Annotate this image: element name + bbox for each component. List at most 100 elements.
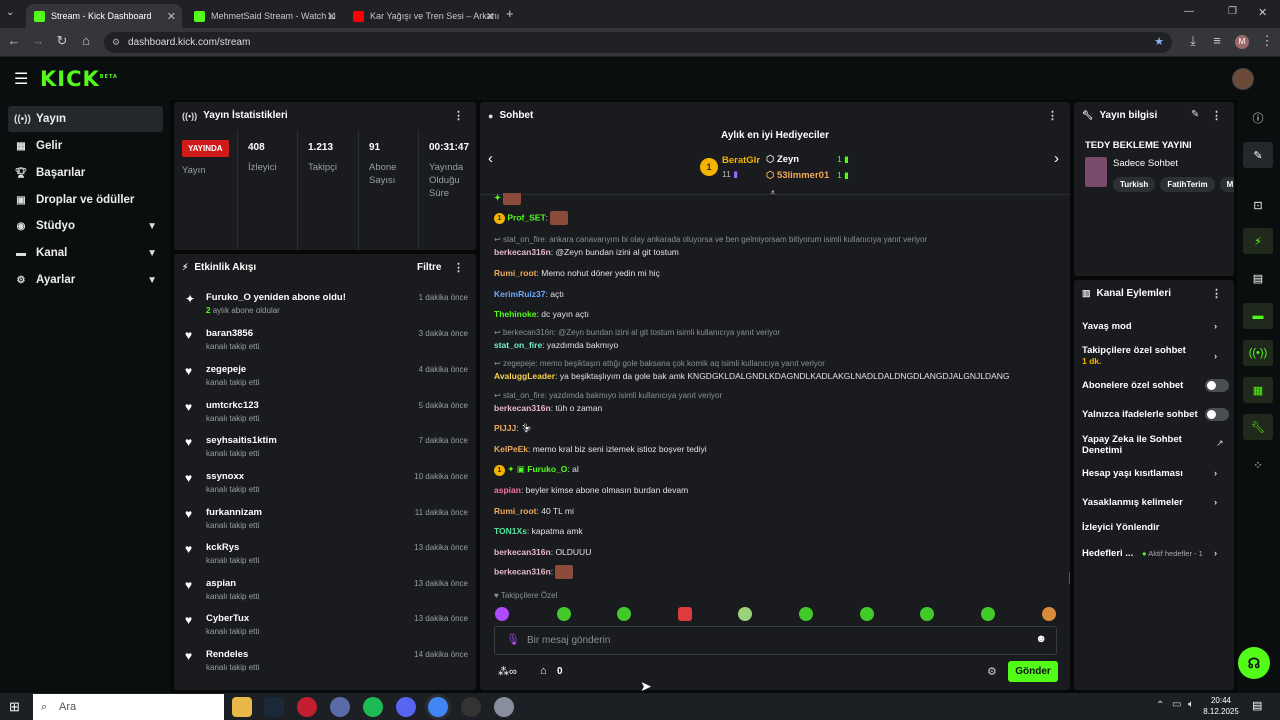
chat-username[interactable]: KelPeEk — [494, 444, 528, 454]
layout-icon[interactable]: ▦ — [1243, 377, 1273, 403]
chrome-icon[interactable] — [428, 697, 448, 717]
obs-icon[interactable] — [461, 697, 481, 717]
chat-settings-icon[interactable]: ⚙ — [987, 665, 997, 678]
chat-username[interactable]: PIJJJ — [494, 423, 516, 433]
user-avatar[interactable] — [1232, 68, 1254, 90]
banned-words-row[interactable]: Yasaklanmış kelimeler › — [1082, 497, 1232, 508]
emote-icon[interactable] — [617, 607, 631, 621]
support-headset-icon[interactable]: ☊ — [1238, 647, 1270, 679]
profile-avatar[interactable]: M — [1235, 35, 1249, 49]
address-bar[interactable]: ⚙ dashboard.kick.com/stream ★ — [104, 32, 1172, 53]
followers-only-row[interactable]: Takipçilere özel sohbet 1 dk. › — [1082, 345, 1232, 367]
chat-icon[interactable]: ▬ — [1243, 303, 1273, 329]
emote-icon[interactable] — [738, 607, 752, 621]
emote-icon[interactable] — [981, 607, 995, 621]
emote-icon[interactable] — [860, 607, 874, 621]
sidebar-item-ayarlar[interactable]: ⚙ Ayarlar ▼ — [8, 267, 163, 293]
clock[interactable]: 20:44 8.12.2025 — [1203, 695, 1239, 717]
emote-icon[interactable] — [1042, 607, 1056, 621]
steam-icon[interactable] — [264, 697, 284, 717]
network-icon[interactable]: ▭ — [1172, 699, 1181, 710]
download-icon[interactable]: ⤓ — [1183, 33, 1203, 49]
tag-pill[interactable]: FatihTerim — [1160, 177, 1215, 192]
external-link-icon[interactable]: ↗ — [1216, 438, 1224, 449]
info-icon[interactable]: ⓘ — [1243, 105, 1273, 131]
sidebar-item-basarilar[interactable]: 🏆︎ Başarılar — [8, 160, 163, 186]
notifications-icon[interactable]: ▤ — [1252, 699, 1262, 712]
chevron-left-icon[interactable]: ‹ — [488, 150, 493, 167]
discord-icon[interactable] — [396, 697, 416, 717]
chat-username[interactable]: aspian — [494, 485, 521, 495]
apps-icon[interactable]: ⁘ — [1243, 452, 1273, 478]
category-thumbnail[interactable] — [1085, 157, 1107, 187]
spotify-icon[interactable] — [363, 697, 383, 717]
filter-button[interactable]: Filtre — [417, 262, 441, 273]
channel-points-icon[interactable]: ⁂∞ — [498, 665, 517, 678]
emoji-icon[interactable]: ☻ — [1035, 633, 1047, 645]
more-options-icon[interactable]: ⋮ — [453, 109, 464, 122]
chat-input[interactable]: 🎙︎ Bir mesaj gönderin ☻ — [494, 626, 1057, 655]
reload-icon[interactable]: ↻ — [52, 33, 72, 49]
more-options-icon[interactable]: ⋮ — [453, 261, 464, 274]
sidebar-item-gelir[interactable]: ▦ Gelir — [8, 133, 163, 159]
sidebar-item-yayin[interactable]: ((•)) Yayın — [8, 106, 163, 132]
app-icon[interactable] — [494, 697, 514, 717]
site-info-icon[interactable]: ⚙ — [112, 32, 120, 53]
chat-username[interactable]: KerimRuiz37 — [494, 289, 546, 299]
new-tab-icon[interactable]: + — [506, 6, 514, 21]
subs-only-toggle[interactable] — [1205, 379, 1229, 392]
goals-row[interactable]: Hedefleri ... ● Aktif hedefler - 1 › — [1082, 548, 1232, 559]
chat-username[interactable]: Rumi_root — [494, 268, 537, 278]
app-icon[interactable] — [330, 697, 350, 717]
tray-chevron-icon[interactable]: ⌃ — [1156, 700, 1164, 711]
slow-mode-row[interactable]: Yavaş mod › — [1082, 321, 1232, 332]
emote-icon[interactable] — [495, 607, 509, 621]
camera-icon[interactable]: ⊡ — [1243, 192, 1273, 218]
close-icon[interactable]: ✕ — [486, 10, 495, 23]
chat-username[interactable]: stat_on_fire — [494, 340, 542, 350]
chat-username[interactable]: TON1Xs — [494, 526, 527, 536]
emote-icon[interactable] — [557, 607, 571, 621]
ai-moderation-row[interactable]: Yapay Zeka ile Sohbet Denetimi — [1082, 434, 1207, 456]
chevron-right-icon[interactable]: › — [1054, 150, 1059, 167]
chat-username[interactable]: Furuko_O — [527, 464, 567, 474]
restore-icon[interactable]: ❐ — [1228, 6, 1237, 17]
chat-username[interactable]: berkecan316n — [494, 547, 551, 557]
browser-menu-icon[interactable]: ⋮ — [1257, 33, 1277, 49]
bookmark-star-icon[interactable]: ★ — [1154, 32, 1164, 53]
lightning-icon[interactable]: ⚡︎ — [1243, 228, 1273, 254]
tab-kick-dashboard[interactable]: Stream - Kick Dashboard ✕ — [26, 4, 182, 28]
wrench-icon[interactable]: 🔧︎ — [1243, 414, 1273, 440]
minimize-icon[interactable]: — — [1184, 6, 1194, 17]
back-icon[interactable]: ← — [4, 33, 24, 48]
hamburger-menu-icon[interactable]: ☰ — [14, 69, 28, 89]
category-name[interactable]: Sadece Sohbet — [1113, 158, 1178, 169]
gifter-name[interactable]: BeratGlr — [722, 155, 760, 166]
close-icon[interactable]: ✕ — [327, 10, 336, 23]
opera-icon[interactable] — [297, 697, 317, 717]
chat-messages[interactable]: ✦ 1 Prof_SET: ↩ stat_on_fire: ankara can… — [488, 193, 1063, 603]
chat-username[interactable]: Prof_SET — [507, 212, 545, 222]
document-icon[interactable]: ▤ — [1243, 265, 1273, 291]
gifter-row[interactable]: ⬡ Zeyn — [766, 154, 799, 165]
sidebar-item-droplar[interactable]: ▣ Droplar ve ödüller — [8, 187, 163, 213]
gift-shop-icon[interactable]: ⌂ — [540, 665, 547, 677]
close-icon[interactable]: ✕ — [167, 10, 176, 23]
gifter-row[interactable]: ⬡ 53limmer01 — [766, 170, 829, 181]
tab-youtube-video[interactable]: Kar Yağışı ve Tren Sesi – Arkanı ✕ — [345, 4, 501, 28]
tag-pill[interactable]: Turkish — [1113, 177, 1156, 192]
sidebar-item-studyo[interactable]: ◉ Stüdyo ▼ — [8, 213, 163, 239]
broadcast-icon[interactable]: ((•)) — [1243, 340, 1273, 366]
chat-username[interactable]: Thehinoke — [494, 309, 537, 319]
more-options-icon[interactable]: ⋮ — [1211, 109, 1222, 122]
emote-icon[interactable] — [920, 607, 934, 621]
chat-username[interactable]: berkecan316n — [494, 247, 551, 257]
scrollbar[interactable] — [1069, 572, 1070, 584]
tag-pill[interactable]: M — [1219, 177, 1234, 192]
edit-icon[interactable]: ✎ — [1191, 109, 1199, 120]
edit-icon[interactable]: ✎ — [1243, 142, 1273, 168]
tab-search-icon[interactable]: ⌄ — [6, 7, 14, 18]
age-restriction-row[interactable]: Hesap yaşı kısıtlaması › — [1082, 468, 1232, 479]
sidebar-item-kanal[interactable]: ▬ Kanal ▼ — [8, 240, 163, 266]
home-icon[interactable]: ⌂ — [76, 33, 96, 48]
